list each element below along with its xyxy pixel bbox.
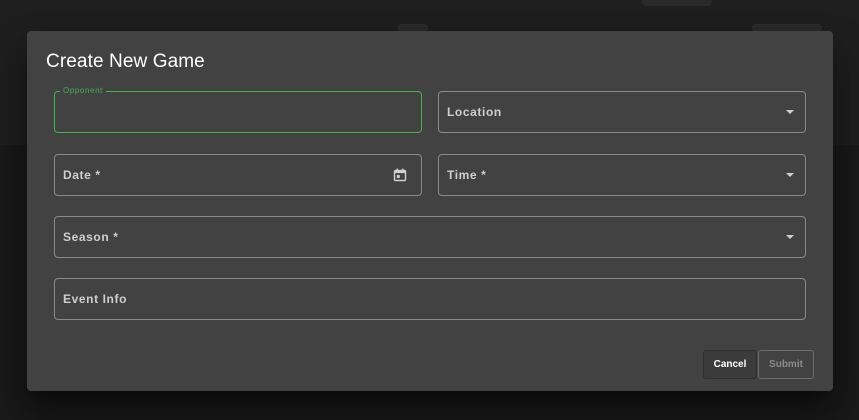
chevron-down-icon [786,110,794,114]
chevron-down-icon [786,173,794,177]
location-label: Location [447,105,502,119]
dialog-title: Create New Game [46,51,205,72]
opponent-label: Opponent [60,86,106,95]
location-select[interactable]: Location [438,91,806,133]
event-info-label: Event Info [63,292,128,306]
cancel-button[interactable]: Cancel [703,350,757,379]
opponent-field[interactable]: Opponent [54,86,422,133]
event-info-field[interactable]: Event Info [54,278,806,320]
season-select[interactable]: Season * [54,216,806,258]
time-select[interactable]: Time * [438,154,806,196]
time-label: Time * [447,168,487,182]
season-label: Season * [63,230,119,244]
create-game-dialog: Create New Game Opponent Location Date *… [27,31,833,391]
calendar-icon[interactable] [393,168,407,182]
submit-button[interactable]: Submit [758,350,814,379]
chevron-down-icon [786,235,794,239]
date-field[interactable]: Date * [54,154,422,196]
date-label: Date * [63,168,101,182]
